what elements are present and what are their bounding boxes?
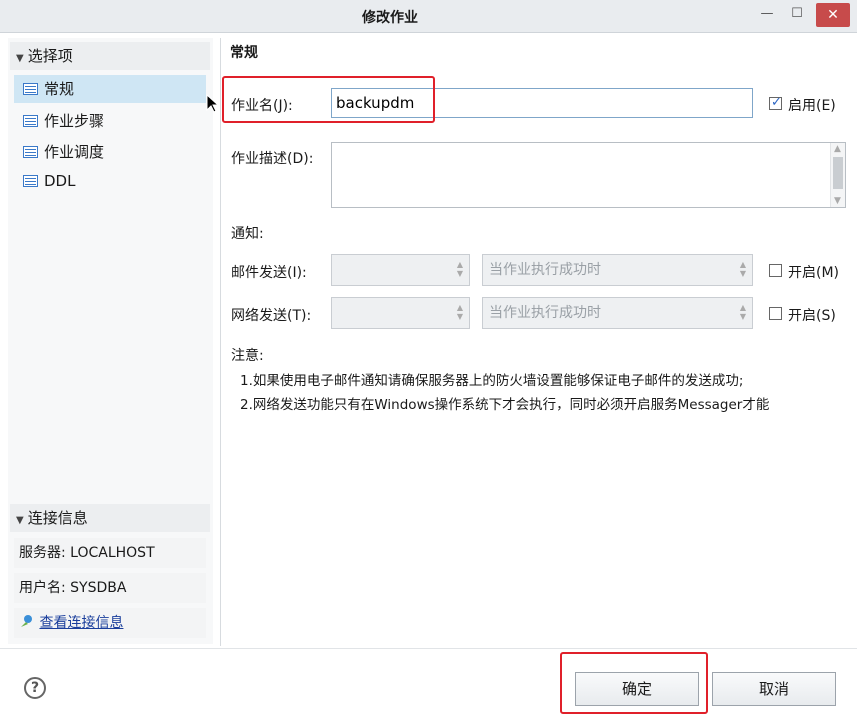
spinner-icon: ▲ ▼ [456, 260, 463, 278]
connection-section-title: 连接信息 [27, 509, 88, 527]
email-operator-select[interactable]: ▲ ▼ [331, 254, 470, 286]
enable-label: 启用(E) [788, 98, 836, 114]
user-info: 用户名: SYSDBA [14, 573, 206, 603]
scroll-up-icon[interactable]: ▲ [834, 144, 841, 154]
net-enable-checkbox[interactable] [769, 307, 782, 320]
maximize-button[interactable]: ☐ [784, 4, 810, 26]
help-icon[interactable]: ? [24, 677, 46, 699]
close-button[interactable]: ✕ [816, 3, 850, 27]
sidebar-section-header[interactable]: ▼ 选择项 [10, 42, 210, 70]
description-label: 作业描述(D): [231, 151, 314, 167]
highlight-box-ok [560, 652, 708, 714]
notify-label: 通知: [231, 226, 264, 242]
sidebar-item-ddl[interactable]: DDL [14, 167, 206, 195]
page-icon [23, 83, 38, 95]
collapse-arrow-icon: ▼ [16, 515, 24, 526]
scroll-down-icon[interactable]: ▼ [834, 196, 841, 206]
net-condition-select[interactable]: 当作业执行成功时 ▲ ▼ [482, 297, 753, 329]
description-textarea[interactable]: ▲ ▼ [331, 142, 846, 208]
highlight-box-job-name [222, 76, 435, 123]
net-enable-label: 开启(S) [788, 308, 836, 324]
footer-separator [0, 648, 857, 649]
window-title: 修改作业 [362, 10, 418, 26]
spinner-icon: ▲ ▼ [456, 303, 463, 321]
pane-divider [220, 38, 221, 646]
sidebar-item-general[interactable]: 常规 [14, 75, 206, 103]
sidebar-item-label: DDL [44, 172, 76, 190]
email-label: 邮件发送(I): [231, 265, 307, 281]
email-enable-checkbox[interactable] [769, 264, 782, 277]
note-title: 注意: [231, 348, 264, 364]
connection-section-header[interactable]: ▼ 连接信息 [10, 504, 210, 532]
enable-checkbox[interactable] [769, 95, 782, 110]
net-label: 网络发送(T): [231, 308, 312, 324]
minimize-button[interactable]: — [754, 4, 780, 26]
page-icon [23, 175, 38, 187]
page-icon [23, 115, 38, 127]
note-line-2: 2.网络发送功能只有在Windows操作系统下才会执行，同时必须开启服务Mess… [240, 397, 770, 413]
net-operator-select[interactable]: ▲ ▼ [331, 297, 470, 329]
view-connection-row: 查看连接信息 [14, 608, 206, 638]
sidebar-section-title: 选择项 [27, 47, 73, 65]
sidebar-item-job-schedule[interactable]: 作业调度 [14, 138, 206, 166]
page-icon [23, 146, 38, 158]
spinner-icon: ▲ ▼ [739, 260, 746, 278]
collapse-arrow-icon: ▼ [16, 53, 24, 64]
server-info: 服务器: LOCALHOST [14, 538, 206, 568]
sidebar-item-job-steps[interactable]: 作业步骤 [14, 107, 206, 135]
scroll-thumb[interactable] [833, 157, 843, 189]
spinner-icon: ▲ ▼ [739, 303, 746, 321]
mouse-cursor-icon [206, 94, 220, 113]
sidebar-item-label: 作业步骤 [44, 112, 105, 130]
sidebar-item-label: 常规 [44, 80, 75, 98]
cancel-button[interactable]: 取消 [712, 672, 836, 706]
email-condition-select[interactable]: 当作业执行成功时 ▲ ▼ [482, 254, 753, 286]
connection-info-icon [21, 615, 32, 627]
email-enable-label: 开启(M) [788, 265, 840, 281]
description-scrollbar[interactable]: ▲ ▼ [830, 143, 845, 207]
view-connection-link[interactable]: 查看连接信息 [39, 615, 123, 631]
page-title: 常规 [230, 45, 258, 61]
sidebar-item-label: 作业调度 [44, 143, 105, 161]
note-line-1: 1.如果使用电子邮件通知请确保服务器上的防火墙设置能够保证电子邮件的发送成功; [240, 373, 744, 389]
